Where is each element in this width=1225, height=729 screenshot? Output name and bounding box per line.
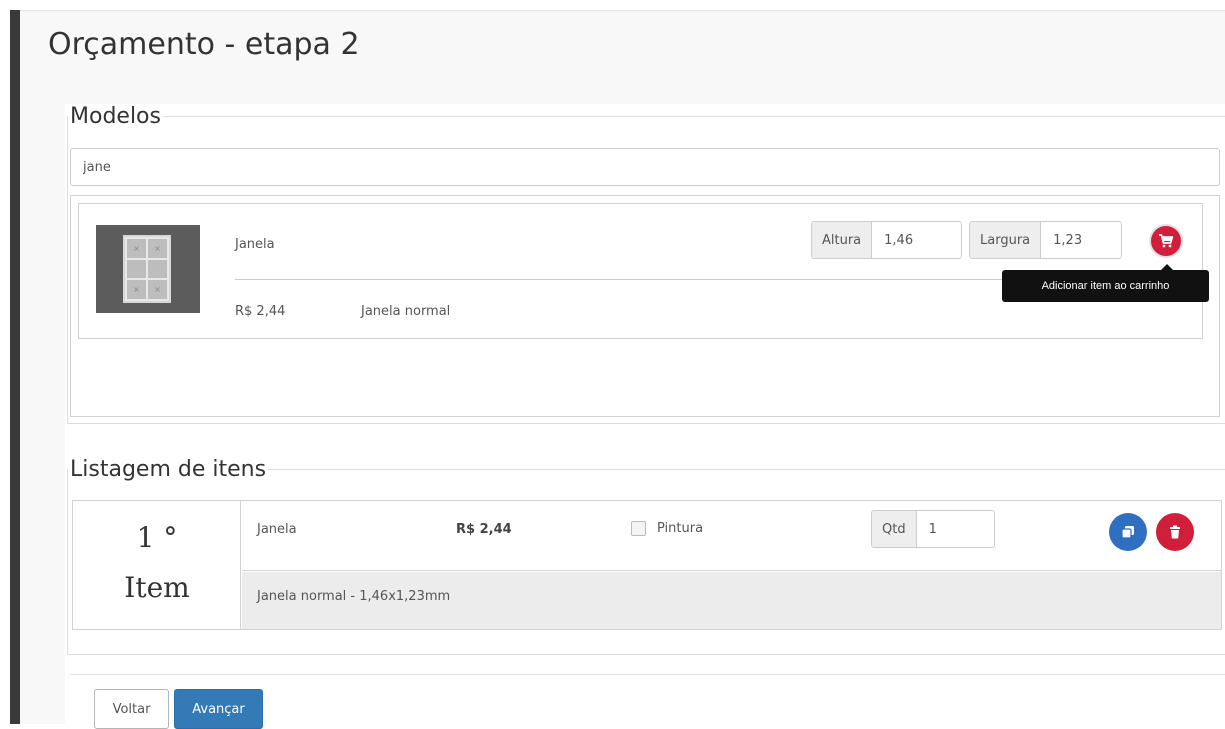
item-name: Janela	[257, 522, 297, 537]
add-to-cart-button[interactable]	[1149, 224, 1183, 258]
largura-input[interactable]: 1,23	[1041, 222, 1095, 258]
page: Orçamento - etapa 2 Modelos ×××× Janela …	[20, 11, 1225, 729]
altura-input[interactable]: 1,46	[872, 222, 926, 258]
back-button[interactable]: Voltar	[94, 689, 169, 729]
copy-icon	[1121, 526, 1134, 539]
item-description: Janela normal - 1,46x1,23mm	[257, 589, 451, 604]
altura-input-group: Altura 1,46	[811, 221, 962, 259]
models-results: × × × × Janela R$ 2,44 Janela normal Altura…	[70, 195, 1220, 417]
next-button[interactable]: Avançar	[174, 689, 263, 729]
left-edge	[0, 0, 20, 724]
list-item: 1 ° Item Janela R$ 2,44 Pintura Qtd 1 Ja…	[72, 500, 1222, 630]
qtd-input-group: Qtd 1	[871, 510, 995, 548]
page-title: Orçamento - etapa 2	[48, 27, 360, 62]
qtd-input[interactable]: 1	[916, 511, 949, 547]
model-price: R$ 2,44	[235, 304, 286, 319]
item-ordinal: 1 °	[136, 521, 178, 554]
model-name: Janela	[235, 237, 275, 252]
model-description: Janela normal	[361, 304, 451, 319]
item-body: Janela R$ 2,44 Pintura Qtd 1 Janela norm…	[242, 501, 1221, 629]
item-label: Item	[124, 571, 190, 604]
delete-item-button[interactable]	[1156, 513, 1194, 551]
item-number-cell: 1 ° Item	[73, 501, 241, 629]
footer-divider	[70, 674, 1225, 675]
paint-label: Pintura	[657, 521, 704, 536]
qtd-label: Qtd	[872, 511, 917, 547]
largura-input-group: Largura 1,23	[969, 221, 1122, 259]
altura-label: Altura	[812, 222, 873, 258]
copy-item-button[interactable]	[1109, 513, 1147, 551]
window-icon: × × × ×	[96, 225, 200, 313]
search-input[interactable]	[70, 148, 1220, 186]
trash-icon	[1170, 525, 1180, 539]
model-card: × × × × Janela R$ 2,44 Janela normal Altura…	[78, 203, 1209, 339]
items-legend: Listagem de itens	[70, 457, 267, 482]
models-legend: Modelos	[70, 104, 161, 129]
largura-label: Largura	[970, 222, 1042, 258]
main-panel: Modelos ×××× Janela R$ 2,44 Janela norma…	[65, 104, 1225, 729]
cart-icon	[1159, 234, 1174, 248]
item-price: R$ 2,44	[456, 522, 512, 537]
paint-checkbox[interactable]	[631, 521, 646, 536]
cart-tooltip: Adicionar item ao carrinho	[1002, 270, 1209, 302]
